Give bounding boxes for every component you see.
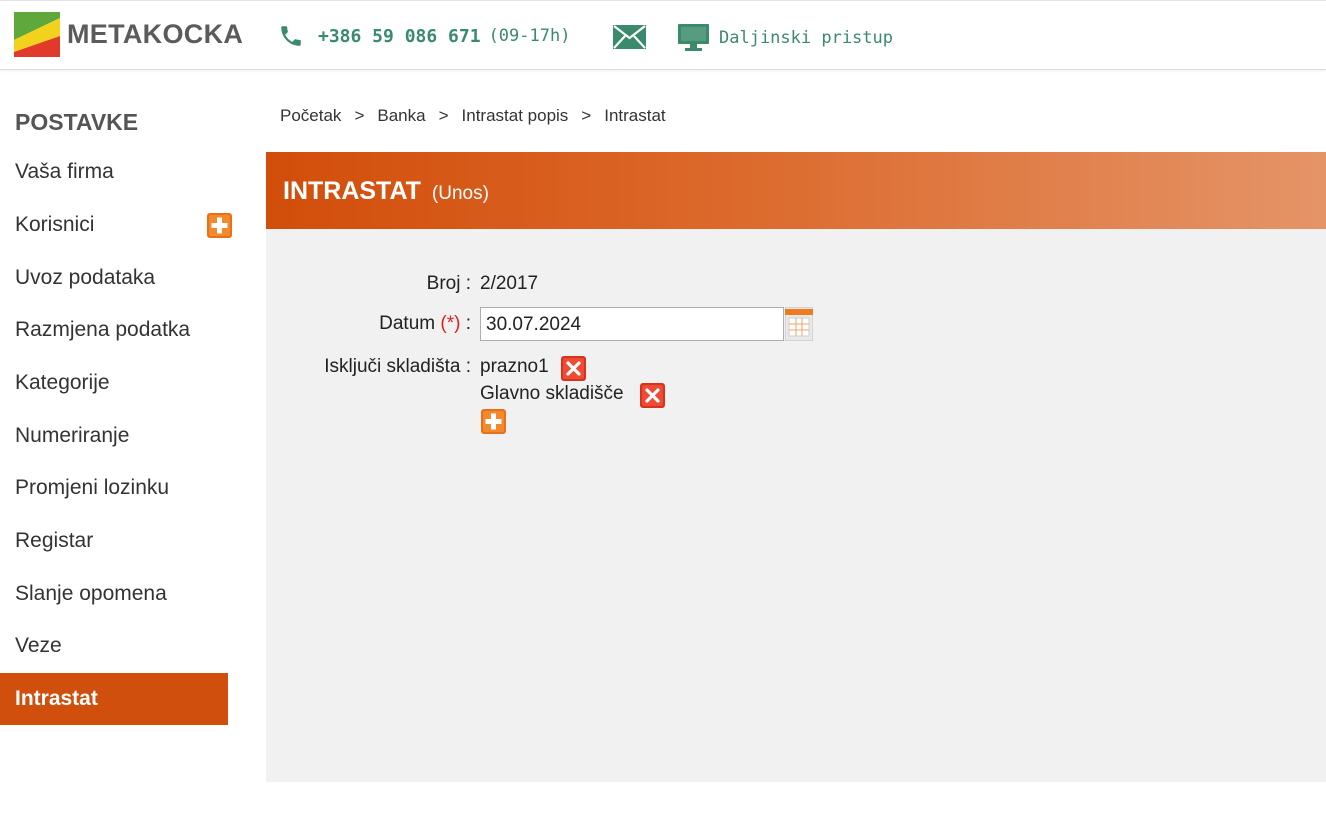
warehouse-item-glavno: Glavno skladišče xyxy=(480,383,624,404)
datum-label: Datum (*) : xyxy=(379,313,471,335)
logo-mark-icon xyxy=(14,12,60,57)
breadcrumb-home[interactable]: Početak xyxy=(280,106,341,126)
main-panel: INTRASTAT (Unos) Broj : 2/2017 Datum (*)… xyxy=(266,152,1326,782)
logo[interactable]: METAKOCKA xyxy=(14,12,243,57)
add-user-plus-icon[interactable] xyxy=(207,213,232,238)
sidebar-item-label: Slanje opomena xyxy=(15,582,167,605)
breadcrumb-separator: > xyxy=(354,106,365,125)
envelope-icon[interactable] xyxy=(613,25,646,54)
broj-label: Broj : xyxy=(426,273,471,294)
breadcrumb-intrastat-popis[interactable]: Intrastat popis xyxy=(462,106,569,126)
sidebar-item-kategorije[interactable]: Kategorije xyxy=(0,357,228,409)
required-marker: (*) xyxy=(440,313,461,334)
sidebar-item-uvoz-podataka[interactable]: Uvoz podataka xyxy=(0,252,228,304)
sidebar-item-label: Razmjena podatka xyxy=(15,318,191,341)
remove-warehouse-icon[interactable] xyxy=(640,383,665,408)
sidebar-item-veze[interactable]: Veze xyxy=(0,620,228,672)
datum-label-colon: : xyxy=(465,313,471,334)
remote-access-link[interactable]: Daljinski pristup xyxy=(678,24,893,51)
sidebar-title: POSTAVKE xyxy=(15,109,139,135)
sidebar-item-numeriranje[interactable]: Numeriranje xyxy=(0,410,228,462)
sidebar-item-slanje-opomena[interactable]: Slanje opomena xyxy=(0,568,228,620)
calendar-icon[interactable] xyxy=(785,307,813,341)
remote-access-label: Daljinski pristup xyxy=(719,27,893,48)
settings-sidebar: POSTAVKE Vaša firma Korisnici Uvoz podat… xyxy=(0,69,266,829)
datum-input[interactable]: 30.07.2024 xyxy=(480,307,784,341)
sidebar-item-promjeni-lozinku[interactable]: Promjeni lozinku xyxy=(0,462,228,514)
breadcrumb-separator: > xyxy=(581,106,592,125)
breadcrumb-current: Intrastat xyxy=(604,106,666,125)
page-title-text: INTRASTAT xyxy=(283,177,421,205)
sidebar-item-label: Kategorije xyxy=(15,371,110,394)
sidebar-item-label: Promjeni lozinku xyxy=(15,476,170,499)
sidebar-item-label: Numeriranje xyxy=(15,424,130,447)
phone-icon xyxy=(281,26,301,46)
sidebar-item-label: Veze xyxy=(15,634,62,657)
sidebar-item-label: Korisnici xyxy=(15,213,95,236)
top-header: METAKOCKA +386 59 086 671 (09-17h) Dalji… xyxy=(0,0,1326,70)
sidebar-item-vasa-firma[interactable]: Vaša firma xyxy=(0,146,228,198)
sidebar-item-label: Registar xyxy=(15,529,94,552)
breadcrumb-banka[interactable]: Banka xyxy=(377,106,425,126)
phone-contact[interactable]: +386 59 086 671 (09-17h) xyxy=(278,23,570,49)
phone-hours: (09-17h) xyxy=(488,26,571,46)
datum-label-text: Datum xyxy=(379,313,436,334)
logo-text: METAKOCKA xyxy=(67,19,244,49)
page-header-banner: INTRASTAT (Unos) xyxy=(266,152,1326,229)
sidebar-item-label: Uvoz podataka xyxy=(15,266,156,289)
sidebar-item-razmjena-podatka[interactable]: Razmjena podatka xyxy=(0,304,228,356)
broj-value: 2/2017 xyxy=(480,273,539,294)
breadcrumb-separator: > xyxy=(438,106,449,125)
monitor-icon xyxy=(678,24,709,51)
iskljuci-skladista-label: Isključi skladišta : xyxy=(324,356,471,377)
breadcrumb: Početak > Banka > Intrastat popis > Intr… xyxy=(280,106,666,126)
add-warehouse-plus-icon[interactable] xyxy=(481,409,506,434)
phone-number: +386 59 086 671 xyxy=(318,25,481,47)
sidebar-item-korisnici[interactable]: Korisnici xyxy=(0,199,228,251)
page-title: INTRASTAT (Unos) xyxy=(283,177,489,206)
sidebar-item-label: Vaša firma xyxy=(15,160,114,183)
sidebar-item-intrastat[interactable]: Intrastat xyxy=(0,673,228,725)
page-subtitle: (Unos) xyxy=(431,183,489,204)
warehouse-item-prazno1: prazno1 xyxy=(480,356,549,377)
remove-warehouse-icon[interactable] xyxy=(561,356,586,381)
sidebar-item-label: Intrastat xyxy=(15,687,98,710)
sidebar-item-registar[interactable]: Registar xyxy=(0,515,228,567)
